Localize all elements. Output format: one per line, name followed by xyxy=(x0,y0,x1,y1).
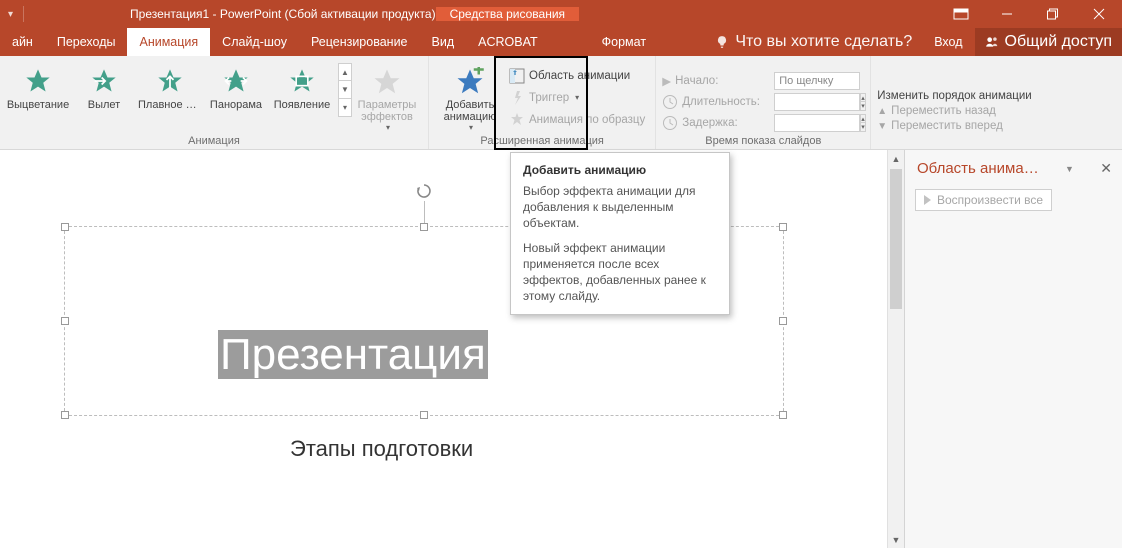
effect-appear[interactable]: Появление xyxy=(270,63,334,115)
vertical-scrollbar[interactable]: ▲ ▼ xyxy=(887,150,904,548)
clock-icon xyxy=(662,94,678,110)
tooltip-body-2: Новый эффект анимации применяется после … xyxy=(523,240,717,305)
share-button[interactable]: Общий доступ xyxy=(975,28,1122,56)
resize-handle[interactable] xyxy=(420,223,428,231)
effect-options-button: Параметры эффектов ▾ xyxy=(352,63,422,132)
scrollbar-thumb[interactable] xyxy=(890,169,902,309)
duration-spinner[interactable]: ▴▾ xyxy=(860,93,866,111)
animation-pane-button[interactable]: Область анимации xyxy=(505,67,649,85)
duration-label: Длительность: xyxy=(682,96,760,108)
slide-title-text[interactable]: Презентация xyxy=(218,330,488,380)
tooltip-title: Добавить анимацию xyxy=(523,163,717,177)
gallery-expand[interactable]: ▾ xyxy=(338,99,352,117)
add-animation-button[interactable]: Добавить анимацию ▾ xyxy=(435,63,505,132)
resize-handle[interactable] xyxy=(779,317,787,325)
effect-fly-in[interactable]: Вылет xyxy=(72,63,136,115)
animation-pane: Область анима… ▼ ✕ Воспроизвести все xyxy=(904,150,1122,548)
scroll-down-icon[interactable]: ▼ xyxy=(888,531,904,548)
duration-input[interactable] xyxy=(774,93,860,111)
tab-slideshow[interactable]: Слайд-шоу xyxy=(210,28,299,56)
signin-link[interactable]: Вход xyxy=(922,28,974,56)
chevron-down-icon: ▾ xyxy=(469,123,473,132)
group-label-timing: Время показа слайдов xyxy=(662,132,864,149)
start-label: Начало: xyxy=(675,75,718,87)
close-pane-icon[interactable]: ✕ xyxy=(1100,160,1112,177)
ribbon-tabs: айн Переходы Анимация Слайд-шоу Рецензир… xyxy=(0,28,1122,56)
reorder-title: Изменить порядок анимации xyxy=(877,90,1116,102)
chevron-down-icon: ▾ xyxy=(575,93,579,102)
tab-animation[interactable]: Анимация xyxy=(127,28,210,56)
delay-label: Задержка: xyxy=(682,117,737,129)
resize-handle[interactable] xyxy=(61,223,69,231)
move-earlier-button: ▲Переместить назад xyxy=(877,105,1116,117)
tab-design[interactable]: айн xyxy=(0,28,45,56)
add-animation-label: Добавить анимацию xyxy=(435,99,505,123)
effect-fade[interactable]: Выцветание xyxy=(6,63,70,115)
resize-handle[interactable] xyxy=(61,317,69,325)
tab-acrobat[interactable]: ACROBAT xyxy=(466,28,550,56)
gallery-scroll-down[interactable]: ▼ xyxy=(338,81,352,99)
play-icon xyxy=(924,195,931,205)
delay-input[interactable] xyxy=(774,114,860,132)
slide-canvas[interactable]: Презентация Этапы подготовки xyxy=(0,150,887,548)
slide-subtitle-text[interactable]: Этапы подготовки xyxy=(290,436,473,462)
document-title: Презентация1 - PowerPoint (Сбой активаци… xyxy=(130,7,436,21)
effect-float-in[interactable]: Плавное п… xyxy=(138,63,202,115)
tab-review[interactable]: Рецензирование xyxy=(299,28,420,56)
minimize-button[interactable] xyxy=(984,0,1030,28)
animation-painter-button: Анимация по образцу xyxy=(505,111,649,129)
tab-transitions[interactable]: Переходы xyxy=(45,28,128,56)
animation-gallery[interactable]: Выцветание Вылет Плавное п… Панорама xyxy=(6,63,334,115)
play-all-button: Воспроизвести все xyxy=(915,189,1052,211)
tell-me-search[interactable]: Что вы хотите сделать? xyxy=(705,33,922,51)
group-label-advanced: Расширенная анимация xyxy=(435,132,649,149)
play-icon: ▶ xyxy=(662,74,671,88)
title-bar: ▾ Презентация1 - PowerPoint (Сбой актива… xyxy=(0,0,1122,28)
rotate-handle-icon[interactable] xyxy=(415,183,433,201)
effect-options-label: Параметры эффектов xyxy=(352,99,422,123)
chevron-down-icon: ▼ xyxy=(877,121,887,132)
tell-me-placeholder: Что вы хотите сделать? xyxy=(735,33,912,51)
clock-icon xyxy=(662,115,678,131)
animation-pane-title: Область анима… xyxy=(917,160,1039,177)
share-label: Общий доступ xyxy=(1005,33,1113,51)
gallery-scroll-up[interactable]: ▲ xyxy=(338,63,352,82)
move-later-button: ▼Переместить вперед xyxy=(877,120,1116,132)
group-label-animation: Анимация xyxy=(6,132,422,149)
ribbon: Выцветание Вылет Плавное п… Панорама xyxy=(0,56,1122,150)
start-select[interactable] xyxy=(774,72,860,90)
contextual-tab-drawing: Средства рисования xyxy=(436,7,579,21)
resize-handle[interactable] xyxy=(61,411,69,419)
resize-handle[interactable] xyxy=(420,411,428,419)
close-button[interactable] xyxy=(1076,0,1122,28)
gallery-scroll[interactable]: ▲ ▼ ▾ xyxy=(338,63,352,117)
tooltip-body-1: Выбор эффекта анимации для добавления к … xyxy=(523,183,717,232)
effect-split[interactable]: Панорама xyxy=(204,63,268,115)
trigger-button: Триггер ▾ xyxy=(505,89,649,107)
restore-button[interactable] xyxy=(1030,0,1076,28)
chevron-up-icon: ▲ xyxy=(877,106,887,117)
chevron-down-icon[interactable]: ▼ xyxy=(1065,164,1074,174)
qat-caret-icon[interactable]: ▾ xyxy=(8,9,13,20)
resize-handle[interactable] xyxy=(779,411,787,419)
ribbon-display-options-icon[interactable] xyxy=(938,0,984,28)
tab-format[interactable]: Формат xyxy=(590,28,658,56)
tooltip: Добавить анимацию Выбор эффекта анимации… xyxy=(510,152,730,315)
resize-handle[interactable] xyxy=(779,223,787,231)
tab-view[interactable]: Вид xyxy=(420,28,467,56)
play-all-label: Воспроизвести все xyxy=(937,193,1043,207)
chevron-down-icon: ▾ xyxy=(386,123,390,132)
delay-spinner[interactable]: ▴▾ xyxy=(860,114,866,132)
scroll-up-icon[interactable]: ▲ xyxy=(888,150,904,167)
